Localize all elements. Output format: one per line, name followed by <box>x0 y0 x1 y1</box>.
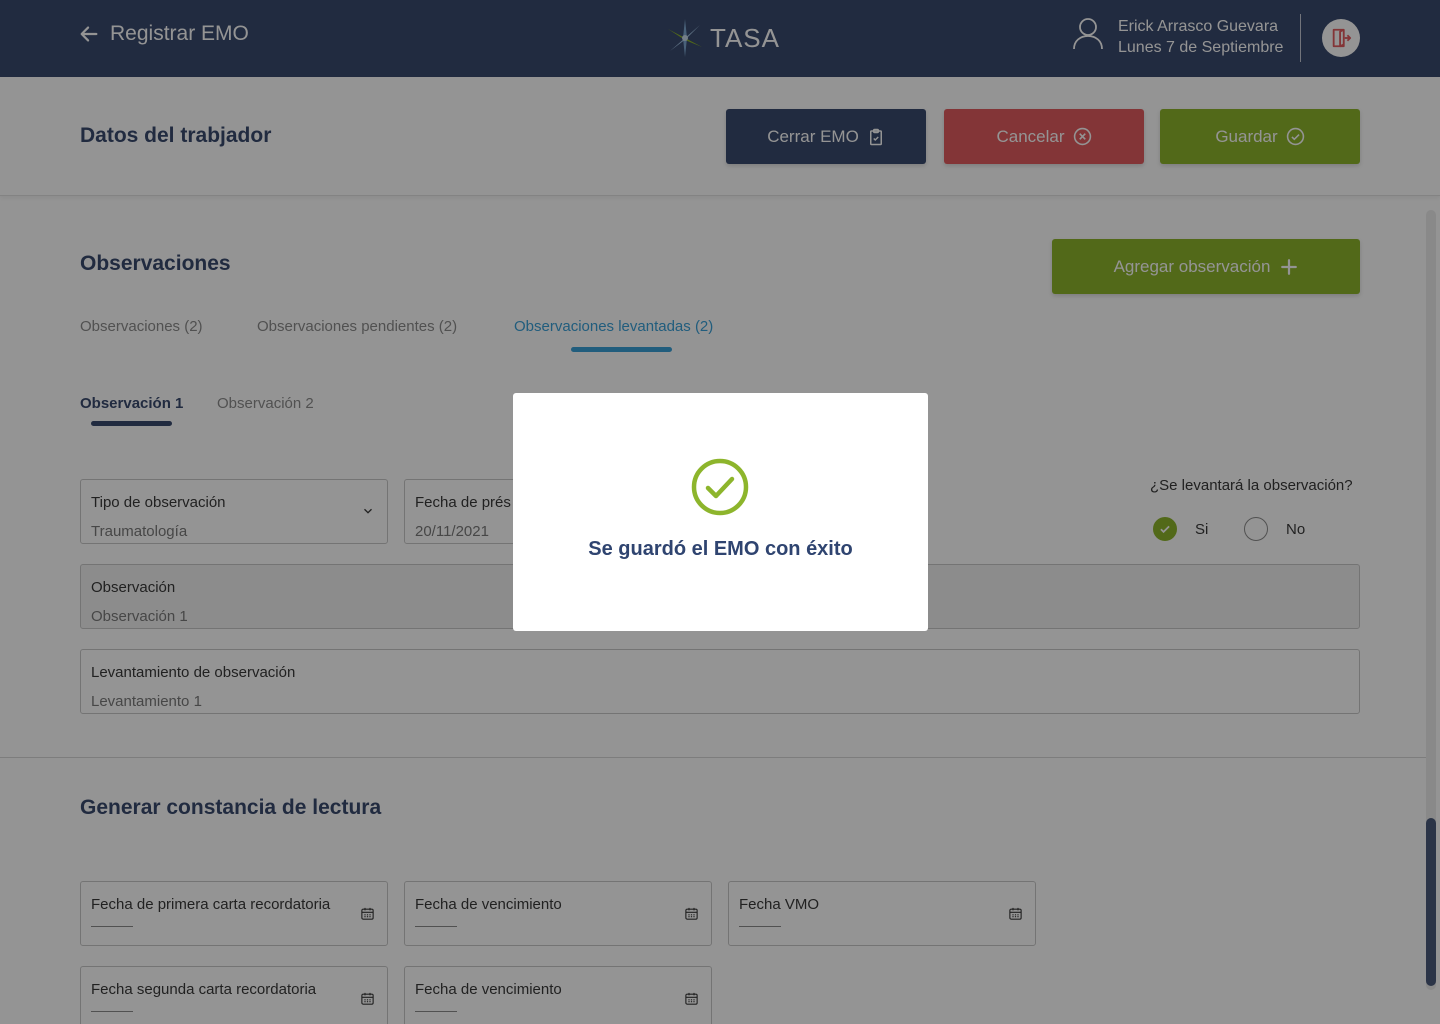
success-message: Se guardó el EMO con éxito <box>588 538 853 560</box>
success-modal: Se guardó el EMO con éxito <box>513 393 928 631</box>
success-check-icon <box>691 458 749 516</box>
